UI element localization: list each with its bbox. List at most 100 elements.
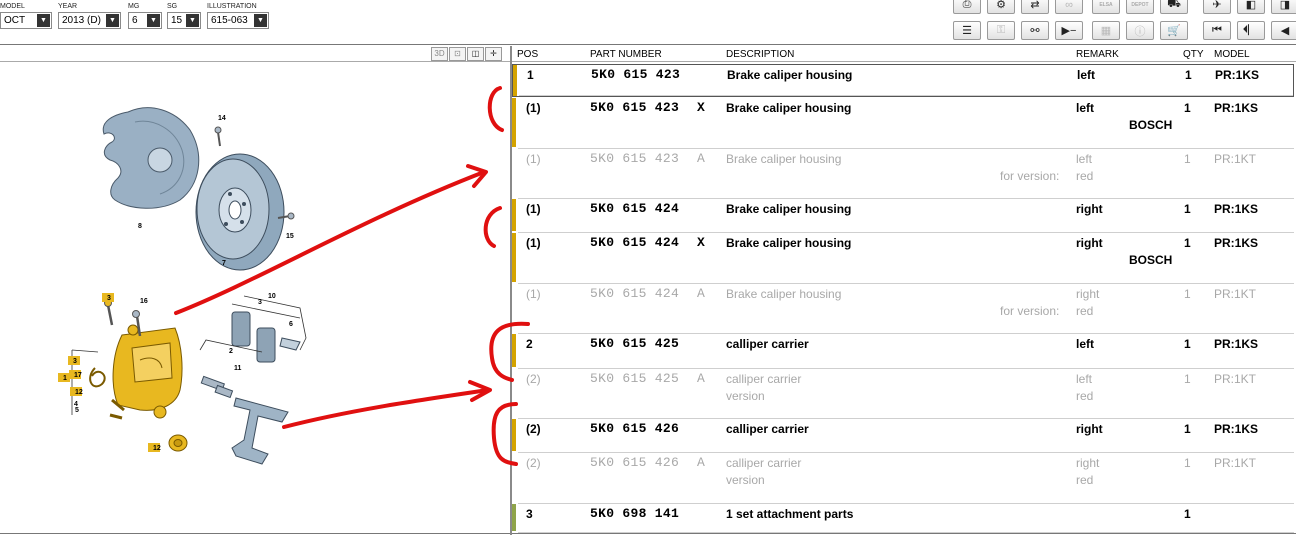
row-version-label: for version: bbox=[1000, 304, 1060, 318]
depot-button[interactable]: DEPOT bbox=[1126, 0, 1154, 14]
callout-label[interactable]: 16 bbox=[140, 298, 148, 305]
row-status-bar bbox=[512, 334, 516, 367]
col-part-number-header[interactable]: PART NUMBER bbox=[590, 49, 662, 60]
row-part-number[interactable]: 5K0 615 424 bbox=[590, 235, 679, 250]
dust-cap-12-part[interactable] bbox=[168, 434, 188, 452]
row-part-number[interactable]: 5K0 615 426 bbox=[590, 421, 679, 436]
filter-mg-select[interactable]: 6 ▼ bbox=[128, 12, 162, 29]
table-row[interactable]: (1) 5K0 615 424 A Brake caliper housing righ… bbox=[512, 284, 1294, 334]
row-part-number[interactable]: 5K0 615 423 bbox=[590, 151, 679, 166]
list-icon[interactable]: ☰ bbox=[953, 21, 981, 40]
elsa-label: ELSA bbox=[1099, 1, 1113, 8]
filter-model-value: OCT bbox=[4, 15, 26, 26]
row-model: PR:1KT bbox=[1214, 372, 1257, 386]
swap-icon[interactable]: ⇄ bbox=[1021, 0, 1049, 14]
calliper-carrier-part[interactable] bbox=[231, 397, 289, 465]
col-description-header[interactable]: DESCRIPTION bbox=[726, 49, 794, 60]
callout-label[interactable]: 11 bbox=[234, 365, 242, 372]
filter-model-select[interactable]: OCT ▼ bbox=[0, 12, 52, 29]
table-row[interactable]: (2) 5K0 615 426 Acalliper carrier version ri… bbox=[512, 453, 1294, 504]
brake-caliper-housing-part[interactable] bbox=[112, 324, 183, 419]
dust-shield-part[interactable] bbox=[102, 107, 200, 209]
brake-disc-part[interactable] bbox=[195, 153, 285, 271]
link-icon[interactable]: ∞ bbox=[1055, 0, 1083, 14]
col-remark-header[interactable]: REMARK bbox=[1076, 49, 1119, 60]
chevron-down-icon[interactable]: ▼ bbox=[254, 14, 267, 27]
callout-label[interactable]: 3 bbox=[73, 358, 77, 365]
col-pos-header[interactable]: POS bbox=[517, 49, 538, 60]
table-row[interactable]: 3 5K0 698 141 1 set attachment parts 1 bbox=[512, 504, 1294, 533]
row-part-number[interactable]: 5K0 615 425 bbox=[590, 336, 679, 351]
catalog-forward-icon[interactable]: ◨ bbox=[1271, 0, 1296, 14]
filter-illustration-select[interactable]: 615-063 ▼ bbox=[207, 12, 269, 29]
columns-view-icon[interactable]: ◫ bbox=[467, 47, 484, 61]
print-icon[interactable]: ⎙ bbox=[953, 0, 981, 14]
callout-label[interactable]: 3 bbox=[258, 299, 262, 306]
parts-info-icon[interactable]: ⓘ bbox=[1126, 21, 1154, 40]
table-row[interactable]: (2) 5K0 615 426 calliper carrier right 1 PR:1… bbox=[512, 419, 1294, 453]
chevron-down-icon[interactable]: ▼ bbox=[37, 14, 50, 27]
row-part-number[interactable]: 5K0 698 141 bbox=[590, 506, 679, 521]
table-row[interactable]: (1) 5K0 615 424 X Brake caliper housing righ… bbox=[512, 233, 1294, 284]
table-row[interactable]: (2) 5K0 615 425 Acalliper carrier version le… bbox=[512, 369, 1294, 419]
callout-label[interactable]: 6 bbox=[289, 321, 293, 328]
callout-label[interactable]: 3 bbox=[107, 295, 111, 302]
play-minus-icon[interactable]: ▶− bbox=[1055, 21, 1083, 40]
row-part-number[interactable]: 5K0 615 424 bbox=[590, 286, 679, 301]
col-qty-header[interactable]: QTY bbox=[1183, 49, 1204, 60]
cart-icon[interactable]: 🛒 bbox=[1160, 21, 1188, 40]
first-page-icon[interactable]: ⏮ bbox=[1203, 21, 1231, 40]
pin-icon[interactable]: ✈ bbox=[1203, 0, 1231, 14]
view-3d-button[interactable]: 3D bbox=[431, 47, 448, 61]
row-part-number[interactable]: 5K0 615 426 bbox=[590, 455, 679, 470]
callout-label[interactable]: 7 bbox=[222, 260, 226, 267]
row-part-number[interactable]: 5K0 615 424 bbox=[590, 201, 679, 216]
row-qty: 1 bbox=[1184, 152, 1191, 166]
table-row[interactable]: 1 5K0 615 423 Brake caliper housing left 1 PR… bbox=[512, 64, 1294, 97]
row-part-suffix: A bbox=[697, 151, 706, 166]
row-part-number[interactable]: 5K0 615 423 bbox=[591, 67, 680, 82]
chevron-down-icon[interactable]: ▼ bbox=[186, 14, 199, 27]
row-model: PR:1KT bbox=[1214, 287, 1257, 301]
catalog-back-icon[interactable]: ◧ bbox=[1237, 0, 1265, 14]
callout-label[interactable]: 12 bbox=[75, 389, 83, 396]
callout-label[interactable]: 5 bbox=[75, 407, 79, 414]
row-model: PR:1KS bbox=[1214, 422, 1259, 436]
fit-view-icon[interactable]: ✛ bbox=[485, 47, 502, 61]
search-parts-icon[interactable]: ⚙ bbox=[987, 0, 1015, 14]
calculator-icon[interactable]: ▦ bbox=[1092, 21, 1120, 40]
callout-label[interactable]: 1 bbox=[63, 375, 67, 382]
row-part-number[interactable]: 5K0 615 423 bbox=[590, 100, 679, 115]
row-qty: 1 bbox=[1184, 456, 1191, 470]
brake-pads-part[interactable] bbox=[231, 311, 301, 363]
table-row[interactable]: (1) 5K0 615 423 X Brake caliper housing left… bbox=[512, 98, 1294, 149]
callout-label[interactable]: 10 bbox=[268, 293, 276, 300]
guide-pins-part[interactable] bbox=[200, 375, 234, 399]
callout-label[interactable]: 12 bbox=[153, 445, 161, 452]
callout-label[interactable]: 15 bbox=[286, 233, 294, 240]
callout-label[interactable]: 8 bbox=[138, 223, 142, 230]
person-cart-icon[interactable]: ⛟ bbox=[1160, 0, 1188, 14]
callout-label[interactable]: 17 bbox=[74, 372, 82, 379]
row-description: calliper carrier bbox=[726, 456, 802, 470]
exploded-view-illustration[interactable]: 1487153 1610362113171124512 bbox=[0, 60, 510, 530]
split-view-icon[interactable]: ⊡ bbox=[449, 47, 466, 61]
chevron-down-icon[interactable]: ▼ bbox=[106, 14, 119, 27]
prev-page-icon[interactable]: ◀ bbox=[1271, 21, 1296, 40]
filter-year-select[interactable]: 2013 (D) ▼ bbox=[58, 12, 121, 29]
table-row[interactable]: (1) 5K0 615 424 Brake caliper housing right… bbox=[512, 199, 1294, 233]
chevron-down-icon[interactable]: ▼ bbox=[147, 14, 160, 27]
screw-14-part[interactable] bbox=[214, 126, 222, 147]
row-description: Brake caliper housing bbox=[727, 68, 853, 82]
table-row[interactable]: 2 5K0 615 425 calliper carrier left 1 PR:1KS bbox=[512, 334, 1294, 369]
callout-label[interactable]: 2 bbox=[229, 348, 233, 355]
col-model-header[interactable]: MODEL bbox=[1214, 49, 1250, 60]
row-part-number[interactable]: 5K0 615 425 bbox=[590, 371, 679, 386]
key-icon[interactable]: ⚿ bbox=[987, 21, 1015, 40]
callout-label[interactable]: 14 bbox=[218, 115, 226, 122]
vehicle-icon[interactable]: ⚯ bbox=[1021, 21, 1049, 40]
prev-end-icon[interactable]: ⏴⎸ bbox=[1237, 21, 1265, 40]
elsa-button[interactable]: ELSA bbox=[1092, 0, 1120, 14]
table-row[interactable]: (1) 5K0 615 423 A Brake caliper housing left… bbox=[512, 149, 1294, 199]
filter-sg-select[interactable]: 15 ▼ bbox=[167, 12, 201, 29]
